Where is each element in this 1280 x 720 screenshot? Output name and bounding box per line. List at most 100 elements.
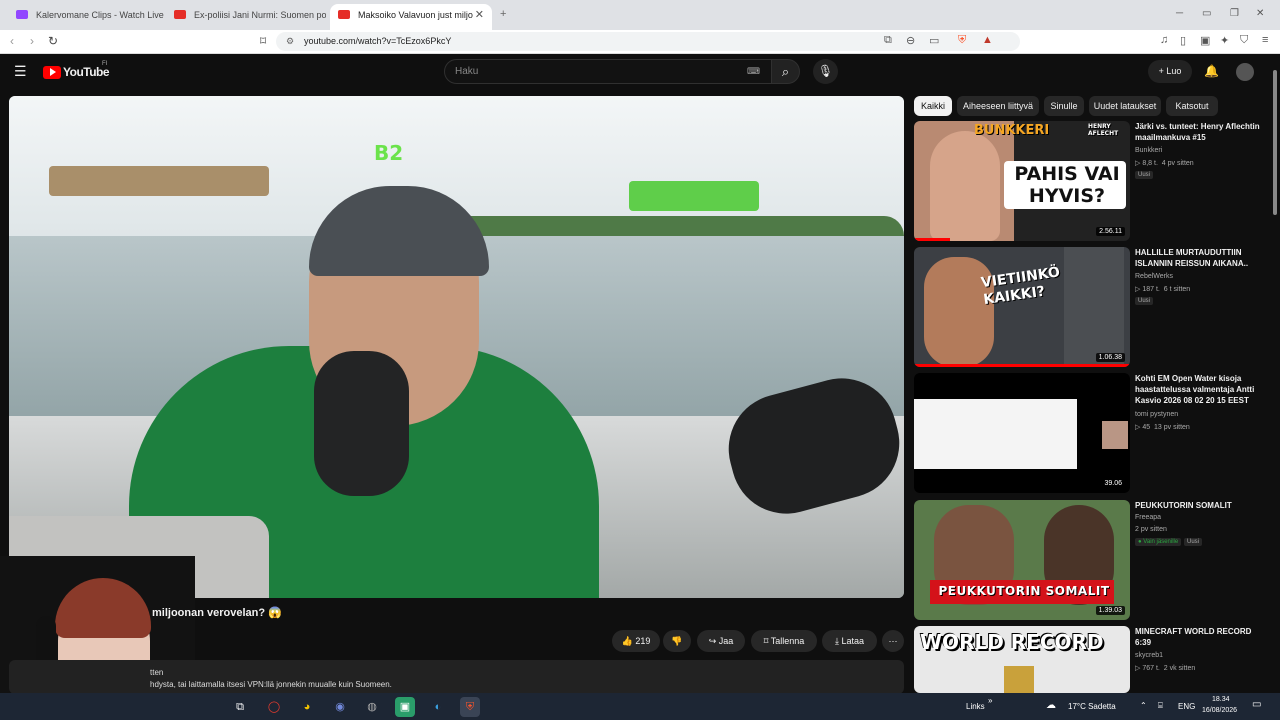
scrollbar-thumb[interactable]: [1273, 70, 1277, 215]
twitch-icon: [16, 10, 28, 19]
description-line-2: hdysta, tai laittamalla itsesi VPN:llä j…: [150, 680, 392, 689]
video-frame-microphone: [314, 351, 409, 496]
avatar[interactable]: [1236, 63, 1254, 81]
weather-text[interactable]: 17°C Sadetta: [1068, 702, 1116, 711]
recommendation-1[interactable]: BUNKKERI HENRY AFLECHT PAHIS VAI HYVIS? …: [914, 121, 1268, 241]
close-tab-icon[interactable]: ✕: [475, 4, 484, 26]
translate-icon[interactable]: ⧉: [884, 34, 892, 47]
rec-age: 4 pv sitten: [1161, 160, 1194, 167]
more-actions-button[interactable]: ⋯: [882, 630, 904, 652]
youtube-icon: [174, 10, 186, 19]
links-toolbar[interactable]: Links: [966, 702, 985, 711]
thumb-headline: PAHIS VAI HYVIS?: [1014, 163, 1120, 207]
menu-icon[interactable]: ≡: [1262, 34, 1268, 46]
rec-channel[interactable]: tomi pystynen: [1135, 411, 1178, 418]
chip-kaikki[interactable]: Kaikki: [914, 96, 952, 116]
rewards-icon[interactable]: ▲: [982, 34, 993, 46]
brave-taskbar-icon[interactable]: ⛨: [460, 697, 480, 717]
thumb-small-text: HENRY AFLECHT: [1088, 123, 1119, 137]
network-icon[interactable]: ⌸: [1158, 701, 1163, 711]
download-button[interactable]: ⤓ Lataa: [822, 630, 877, 652]
address-bar: ‹ › ↻ ⌑ ⚙ youtube.com/watch?v=TcEzox6Pkc…: [0, 30, 1280, 54]
chip-sinulle[interactable]: Sinulle: [1044, 96, 1084, 116]
country-code: FI: [102, 61, 108, 67]
media-icon[interactable]: ♫: [1160, 34, 1168, 46]
chevron-icon[interactable]: »: [988, 696, 992, 705]
minimize-icon[interactable]: ─: [1176, 8, 1183, 19]
rec-channel[interactable]: RebelWerks: [1135, 273, 1173, 280]
chip-aiheeseen-liittyva[interactable]: Aiheeseen liittyvä: [957, 96, 1039, 116]
browser-tab-1[interactable]: Kalervomane Clips - Watch Live on K: [8, 4, 164, 30]
rec-channel[interactable]: Freeapa: [1135, 514, 1161, 521]
search-button[interactable]: ⌕: [771, 59, 800, 84]
bookmark-icon[interactable]: ⌑: [260, 34, 266, 48]
thumb-character: [1004, 666, 1034, 693]
rec-channel[interactable]: skycreb1: [1135, 652, 1163, 659]
clock-time[interactable]: 18.34: [1212, 696, 1230, 703]
hamburger-menu-icon[interactable]: ☰: [14, 63, 27, 80]
watch-progress: [914, 238, 950, 241]
recommendation-2[interactable]: VIETIINKÖ KAIKKI? 1.06.38 HALLILLE MURTA…: [914, 247, 1268, 367]
search-icon: ⌕: [781, 64, 790, 79]
maximize-icon[interactable]: ❐: [1230, 8, 1239, 19]
vpn-icon[interactable]: ⛉: [1240, 34, 1248, 47]
chip-katsotut[interactable]: Katsotut: [1166, 96, 1218, 116]
search-input[interactable]: Haku ⌨: [444, 59, 773, 84]
thumbnail[interactable]: BUNKKERI HENRY AFLECHT PAHIS VAI HYVIS? …: [914, 121, 1130, 241]
sidebar-icon[interactable]: ▯: [1180, 34, 1186, 47]
tray-arrow-icon[interactable]: ⌃: [1140, 701, 1147, 710]
dislike-button[interactable]: 👎: [663, 630, 691, 652]
chrome-icon[interactable]: ◕: [297, 697, 317, 717]
close-window-icon[interactable]: ✕: [1256, 8, 1264, 19]
recommendation-5[interactable]: WORLD RECORD MINECRAFT WORLD RECORD 6:39…: [914, 626, 1268, 693]
language-indicator[interactable]: ENG: [1178, 702, 1195, 711]
video-title: miljoonan verovelan? 😱: [152, 607, 282, 619]
new-tab-icon[interactable]: +: [500, 8, 506, 20]
cast-icon[interactable]: ▭: [929, 34, 939, 47]
reload-icon[interactable]: ↻: [48, 34, 58, 48]
browser-tab-2[interactable]: Ex-poliisi Jani Nurmi: Suomen polii: [166, 4, 326, 30]
description-box[interactable]: [9, 660, 904, 694]
keyboard-icon[interactable]: ⌨: [747, 60, 760, 83]
opera-icon[interactable]: ◯: [264, 697, 284, 717]
brave-shield-icon[interactable]: ⛨: [958, 34, 966, 47]
back-icon[interactable]: ‹: [10, 34, 14, 48]
browser-tab-3-active[interactable]: Maksoiko Valavuon just miljo ✕: [330, 4, 492, 30]
thumbnail[interactable]: 39.06: [914, 373, 1130, 493]
share-button[interactable]: ↪ Jaa: [697, 630, 745, 652]
rec-title: Kohti EM Open Water kisoja haastatteluss…: [1135, 374, 1255, 405]
thumbnail[interactable]: PEUKKUTORIN SOMALIT 1.39.03: [914, 500, 1130, 620]
edge-icon[interactable]: ◐: [428, 697, 448, 717]
members-badge: ● Vain jäsenille: [1135, 538, 1182, 546]
recommendation-3[interactable]: 39.06 Kohti EM Open Water kisoja haastat…: [914, 373, 1268, 493]
tab-label: Kalervomane Clips - Watch Live on K: [36, 10, 164, 20]
save-button[interactable]: ⌑ Tallenna: [751, 630, 817, 652]
extensions-icon[interactable]: ✦: [1220, 34, 1229, 47]
site-info-icon[interactable]: ⚙: [286, 32, 294, 51]
thumbnail[interactable]: VIETIINKÖ KAIKKI? 1.06.38: [914, 247, 1130, 367]
new-badge: Uusi: [1135, 297, 1154, 305]
wallet-icon[interactable]: ▣: [1200, 34, 1210, 47]
forward-icon[interactable]: ›: [30, 34, 34, 48]
youtube-icon: [338, 10, 350, 19]
clock-date[interactable]: 16/08/2026: [1202, 707, 1237, 714]
like-count: 219: [635, 636, 651, 646]
rec-channel[interactable]: Bunkkeri: [1135, 147, 1162, 154]
chip-uudet-lataukset[interactable]: Uudet lataukset: [1089, 96, 1161, 116]
thumbnail[interactable]: WORLD RECORD: [914, 626, 1130, 693]
voice-search-button[interactable]: 🎙: [813, 59, 838, 84]
discord-icon[interactable]: ◉: [330, 697, 350, 717]
notification-center-icon[interactable]: ▭: [1252, 699, 1261, 710]
notifications-bell-icon[interactable]: 🔔: [1204, 64, 1219, 78]
headphones: [36, 616, 56, 666]
restore-icon[interactable]: ▭: [1202, 8, 1211, 19]
like-button[interactable]: 👍 219: [612, 630, 660, 652]
video-player[interactable]: B2: [9, 96, 904, 598]
create-button[interactable]: + Luo: [1148, 60, 1192, 83]
thumbs-up-icon: 👍: [621, 636, 636, 646]
recommendation-4[interactable]: PEUKKUTORIN SOMALIT 1.39.03 PEUKKUTORIN …: [914, 500, 1268, 620]
app-icon[interactable]: ▣: [395, 697, 415, 717]
steam-icon[interactable]: ◍: [362, 697, 382, 717]
task-view-icon[interactable]: ⧉: [230, 697, 250, 717]
zoom-icon[interactable]: ⊖: [906, 34, 915, 47]
